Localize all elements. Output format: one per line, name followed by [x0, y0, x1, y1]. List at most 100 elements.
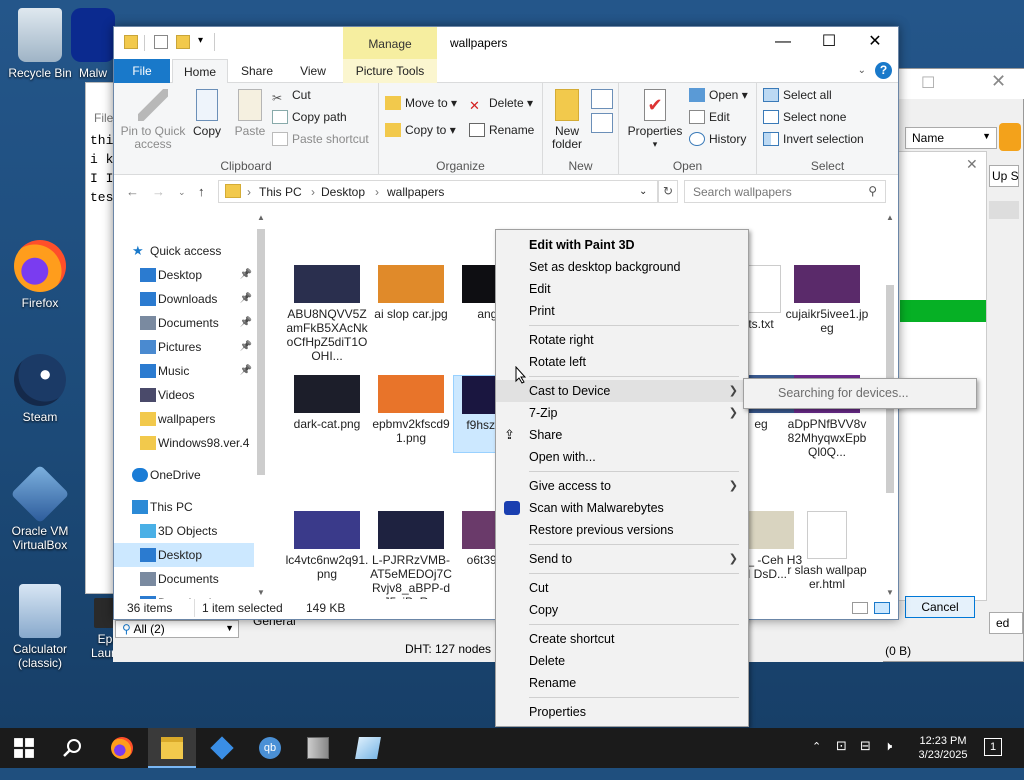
- refresh-icon[interactable]: ↻: [658, 180, 678, 203]
- explorer-titlebar[interactable]: ▾ Manage wallpapers — ☐ ✕: [114, 27, 898, 59]
- paste-shortcut-button[interactable]: Paste shortcut: [272, 129, 369, 149]
- recent-locations-icon[interactable]: ⌄: [178, 187, 186, 198]
- notifications-icon[interactable]: 1: [984, 738, 1002, 756]
- scroll-up-icon[interactable]: ▲: [886, 213, 894, 222]
- nav-item-quick-access[interactable]: ★ Quick access: [114, 239, 254, 263]
- address-bar[interactable]: › This PC › Desktop › wallpapers ⌄: [218, 180, 658, 203]
- desktop-icon-malwarebytes[interactable]: Malw: [68, 8, 118, 80]
- history-button[interactable]: History: [689, 129, 746, 149]
- nav-item-this-pc[interactable]: This PC: [114, 495, 254, 519]
- menu-item-rename[interactable]: Rename: [496, 672, 748, 694]
- nav-item-wallpapers[interactable]: wallpapers: [114, 407, 254, 431]
- file-item[interactable]: epbmv2kfscd91.png: [369, 375, 453, 445]
- new-item-icon[interactable]: [591, 89, 613, 109]
- large-icons-view-icon[interactable]: [874, 602, 890, 614]
- desktop-icon-steam[interactable]: Steam: [0, 354, 80, 424]
- breadcrumb-wallpapers[interactable]: wallpapers: [387, 185, 444, 199]
- close-icon[interactable]: ✕: [966, 156, 978, 173]
- chevron-down-icon[interactable]: ⌄: [639, 186, 647, 197]
- nav-item-windows98-ver-4[interactable]: Windows98.ver.4: [114, 431, 254, 455]
- scroll-down-icon[interactable]: ▼: [886, 588, 894, 597]
- network-icon[interactable]: ⊟: [860, 738, 871, 778]
- menu-item-create-shortcut[interactable]: Create shortcut: [496, 628, 748, 650]
- help-icon[interactable]: ?: [875, 62, 892, 79]
- scroll-down-icon[interactable]: ▼: [257, 588, 265, 597]
- nav-item-downloads[interactable]: Downloads 📌: [114, 287, 254, 311]
- delete-button[interactable]: ✕ Delete ▾: [469, 93, 533, 113]
- tab-home[interactable]: Home: [172, 59, 228, 84]
- taskbar-visual-studio[interactable]: [198, 728, 246, 768]
- clock[interactable]: 12:23 PM 3/23/2025: [908, 734, 978, 774]
- desktop-icon-virtualbox[interactable]: Oracle VM VirtualBox: [0, 464, 80, 552]
- taskbar-qbittorrent[interactable]: qb: [246, 728, 294, 768]
- move-to-button[interactable]: Move to ▾: [385, 93, 457, 113]
- search-input[interactable]: Search wallpapers ⚲: [684, 180, 886, 203]
- menu-item-send-to[interactable]: Send to ❯: [496, 548, 748, 570]
- file-item[interactable]: dark-cat.png: [285, 375, 369, 431]
- maximize-icon[interactable]: ☐: [921, 73, 935, 93]
- nav-item-onedrive[interactable]: OneDrive: [114, 463, 254, 487]
- menu-item-set-as-desktop-background[interactable]: Set as desktop background: [496, 256, 748, 278]
- copy-path-button[interactable]: Copy path: [272, 107, 347, 127]
- menu-item-rotate-right[interactable]: Rotate right: [496, 329, 748, 351]
- new-folder-icon[interactable]: [176, 35, 190, 49]
- start-button[interactable]: [0, 728, 48, 768]
- manage-tab[interactable]: Manage: [343, 27, 437, 59]
- taskbar-firefox[interactable]: [98, 728, 146, 768]
- open-button[interactable]: Open ▾: [689, 85, 748, 105]
- qbittorrent-window[interactable]: ☐ ✕ Name ▼ ✕ Up S Cancel ed ⇅ 0 B/s (0 B…: [841, 68, 1024, 662]
- menu-item-edit-with-paint-3d[interactable]: Edit with Paint 3D: [496, 234, 748, 256]
- taskbar-file-explorer[interactable]: [148, 728, 196, 768]
- close-icon[interactable]: ✕: [991, 71, 1006, 92]
- navigation-pane[interactable]: ★ Quick access Desktop 📌 Downloads 📌 Documents…: [114, 209, 269, 610]
- breadcrumb-this-pc[interactable]: This PC: [259, 185, 302, 199]
- menu-item-open-with[interactable]: Open with...: [496, 446, 748, 468]
- menu-item-share[interactable]: ⇪ Share: [496, 424, 748, 446]
- maximize-button[interactable]: ☐: [806, 27, 852, 59]
- lock-icon[interactable]: [999, 123, 1021, 151]
- file-item[interactable]: ai slop car.jpg: [369, 265, 453, 321]
- menu-item-restore-previous-versions[interactable]: Restore previous versions: [496, 519, 748, 541]
- pin-to-quick-access-button[interactable]: Pin to Quick access: [118, 89, 188, 151]
- cancel-button[interactable]: Cancel: [905, 596, 975, 618]
- menu-item-scan-with-malwarebytes[interactable]: Scan with Malwarebytes: [496, 497, 748, 519]
- desktop-icon-calculator[interactable]: Calculator (classic): [0, 584, 80, 670]
- nav-item-pictures[interactable]: Pictures 📌: [114, 335, 254, 359]
- menu-item-rotate-left[interactable]: Rotate left: [496, 351, 748, 373]
- nav-item-music[interactable]: Music 📌: [114, 359, 254, 383]
- easy-access-icon[interactable]: [591, 113, 613, 133]
- details-view-icon[interactable]: [852, 602, 868, 614]
- ed-button[interactable]: ed: [989, 612, 1023, 634]
- quick-access-dropdown-icon[interactable]: ▾: [198, 35, 203, 46]
- file-item[interactable]: r slash wallpaper.html: [785, 511, 869, 591]
- chevron-down-icon[interactable]: ⌄: [858, 65, 866, 76]
- file-item[interactable]: L-PJRRzVMB-AT5eMEDOj7CRvjv8_aBPP-dJ5xjPe…: [369, 511, 453, 599]
- menu-item-copy[interactable]: Copy: [496, 599, 748, 621]
- file-item[interactable]: lc4vtc6nw2q91.png: [285, 511, 369, 581]
- up-speed-column[interactable]: Up S: [989, 165, 1019, 187]
- nav-item-documents[interactable]: Documents: [114, 567, 254, 591]
- taskbar-notepad[interactable]: [344, 728, 392, 768]
- scroll-up-icon[interactable]: ▲: [257, 213, 265, 222]
- taskbar-search-button[interactable]: [48, 728, 96, 768]
- select-all-button[interactable]: Select all: [763, 85, 832, 105]
- nav-item-desktop[interactable]: Desktop: [114, 543, 254, 567]
- menu-item-cast-to-device[interactable]: Cast to Device ❯: [496, 380, 748, 402]
- file-item[interactable]: ABU8NQVV5ZamFkB5XAcNkoCfHpZ5diT1OOHI...: [285, 265, 369, 363]
- menu-item-print[interactable]: Print: [496, 300, 748, 322]
- breadcrumb-desktop[interactable]: Desktop: [321, 185, 365, 199]
- new-folder-button[interactable]: New folder: [547, 89, 587, 151]
- meet-now-icon[interactable]: ⊡: [836, 738, 847, 778]
- cut-button[interactable]: ✂ Cut: [272, 85, 311, 105]
- select-none-button[interactable]: Select none: [763, 107, 846, 127]
- paste-button[interactable]: Paste: [230, 89, 270, 138]
- up-arrow-icon[interactable]: ↑: [198, 184, 205, 199]
- nav-item-3d-objects[interactable]: 3D Objects: [114, 519, 254, 543]
- copy-to-button[interactable]: Copy to ▾: [385, 120, 456, 140]
- menu-item-edit[interactable]: Edit: [496, 278, 748, 300]
- menu-item-7-zip[interactable]: 7-Zip ❯: [496, 402, 748, 424]
- tab-view[interactable]: View: [288, 59, 338, 83]
- taskbar-archive[interactable]: [294, 728, 342, 768]
- file-item[interactable]: cujaikr5ivee1.jpeg: [785, 265, 869, 335]
- notepad-file-menu[interactable]: File: [94, 111, 113, 125]
